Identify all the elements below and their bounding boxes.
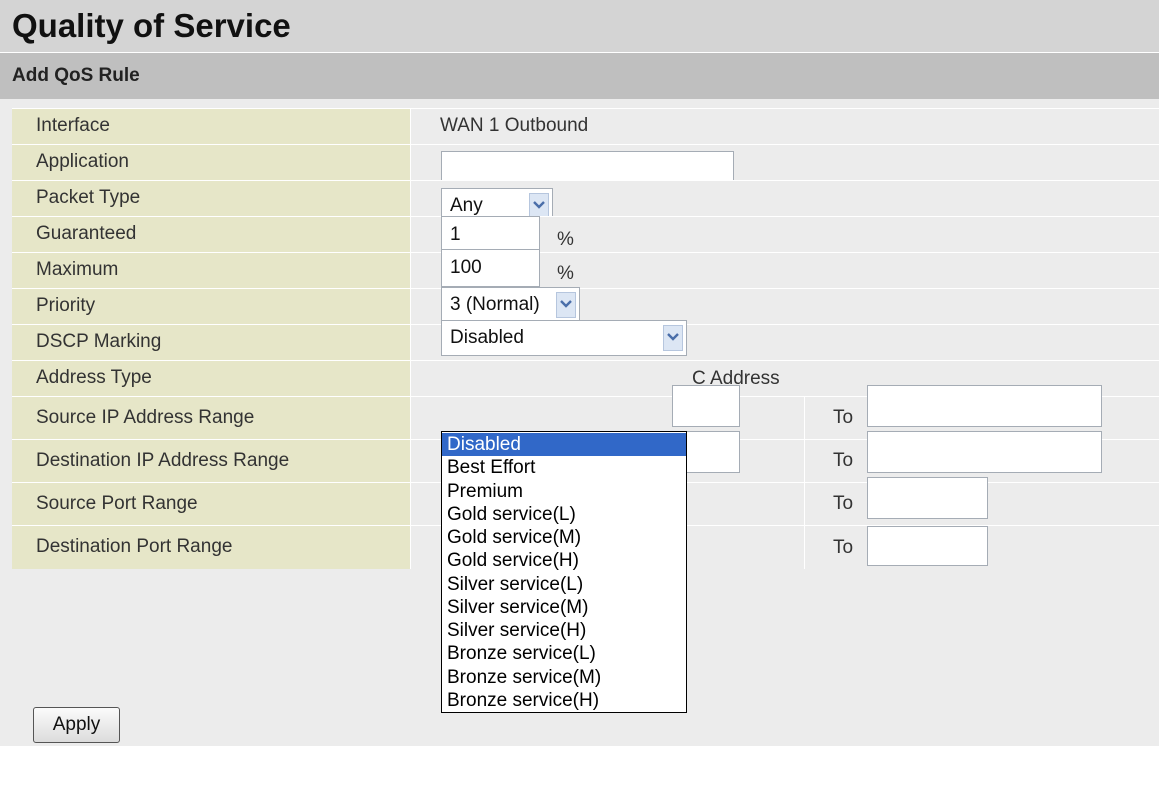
dscp-option[interactable]: Bronze service(M) (442, 666, 686, 689)
dscp-option[interactable]: Bronze service(H) (442, 689, 686, 712)
row-packet-type: Packet Type Any (12, 180, 1159, 224)
dscp-marking-selected: Disabled (450, 327, 524, 348)
interface-value-cell: WAN 1 Outbound (412, 109, 1159, 144)
priority-label: Priority (12, 289, 411, 324)
apply-button[interactable]: Apply (33, 707, 120, 743)
maximum-unit: % (557, 263, 574, 284)
column-divider (804, 483, 805, 525)
maximum-input[interactable] (441, 249, 540, 287)
destination-port-range-label: Destination Port Range (12, 526, 411, 569)
destination-ip-to-input[interactable] (867, 431, 1102, 473)
source-ip-range-label: Source IP Address Range (12, 397, 411, 439)
dscp-marking-select[interactable]: Disabled (441, 320, 687, 356)
row-priority: Priority 3 (Normal) (12, 287, 1159, 324)
priority-select[interactable]: 3 (Normal) (441, 287, 580, 323)
dscp-option[interactable]: Silver service(H) (442, 619, 686, 642)
row-guaranteed: Guaranteed % (12, 216, 1159, 254)
packet-type-value-cell: Any (412, 181, 1159, 224)
source-port-to-input[interactable] (867, 477, 988, 519)
section-header: Add QoS Rule (0, 53, 1159, 99)
source-port-range-label: Source Port Range (12, 483, 411, 525)
dscp-option[interactable]: Best Effort (442, 456, 686, 479)
address-type-label: Address Type (12, 361, 411, 396)
section-title: Add QoS Rule (12, 65, 140, 86)
chevron-down-icon[interactable] (556, 292, 576, 318)
row-interface: Interface WAN 1 Outbound (12, 108, 1159, 144)
destination-ip-to-label: To (833, 450, 854, 471)
row-maximum: Maximum % (12, 249, 1159, 288)
destination-port-to-input[interactable] (867, 526, 988, 566)
dscp-option[interactable]: Silver service(M) (442, 596, 686, 619)
source-port-to-label: To (833, 493, 854, 514)
dscp-option[interactable]: Premium (442, 480, 686, 503)
interface-label: Interface (12, 109, 411, 144)
priority-selected: 3 (Normal) (450, 294, 540, 315)
destination-ip-range-label: Destination IP Address Range (12, 440, 411, 482)
source-ip-from-input[interactable] (672, 385, 740, 427)
dscp-marking-value-cell: Disabled (412, 320, 1159, 360)
interface-value: WAN 1 Outbound (440, 115, 589, 136)
guaranteed-label: Guaranteed (12, 217, 411, 252)
dscp-option[interactable]: Gold service(M) (442, 526, 686, 549)
dscp-option[interactable]: Gold service(L) (442, 503, 686, 526)
dscp-marking-label: DSCP Marking (12, 325, 411, 360)
source-ip-to-label: To (833, 407, 854, 428)
dscp-option[interactable]: Silver service(L) (442, 573, 686, 596)
column-divider (804, 440, 805, 482)
title-bar: Quality of Service (0, 0, 1159, 53)
application-label: Application (12, 145, 411, 180)
maximum-value-cell: % (412, 249, 1159, 288)
priority-value-cell: 3 (Normal) (412, 287, 1159, 324)
column-divider (804, 526, 805, 569)
application-value-cell (412, 145, 1159, 188)
source-ip-to-input[interactable] (867, 385, 1102, 427)
destination-port-to-label: To (833, 537, 854, 558)
packet-type-selected: Any (450, 195, 483, 216)
dscp-option[interactable]: Disabled (442, 433, 686, 457)
row-application: Application (12, 144, 1159, 188)
dscp-marking-dropdown-list[interactable]: Disabled Best Effort Premium Gold service(L… (441, 431, 687, 713)
maximum-label: Maximum (12, 253, 411, 288)
guaranteed-unit: % (557, 229, 574, 250)
row-dscp-marking: DSCP Marking Disabled (12, 320, 1159, 360)
dscp-option[interactable]: Bronze service(L) (442, 642, 686, 665)
column-divider (804, 397, 805, 439)
dscp-option[interactable]: Gold service(H) (442, 549, 686, 572)
guaranteed-value-cell: % (412, 216, 1159, 254)
chevron-down-icon[interactable] (663, 325, 683, 351)
page-title: Quality of Service (12, 7, 291, 44)
packet-type-label: Packet Type (12, 181, 411, 216)
